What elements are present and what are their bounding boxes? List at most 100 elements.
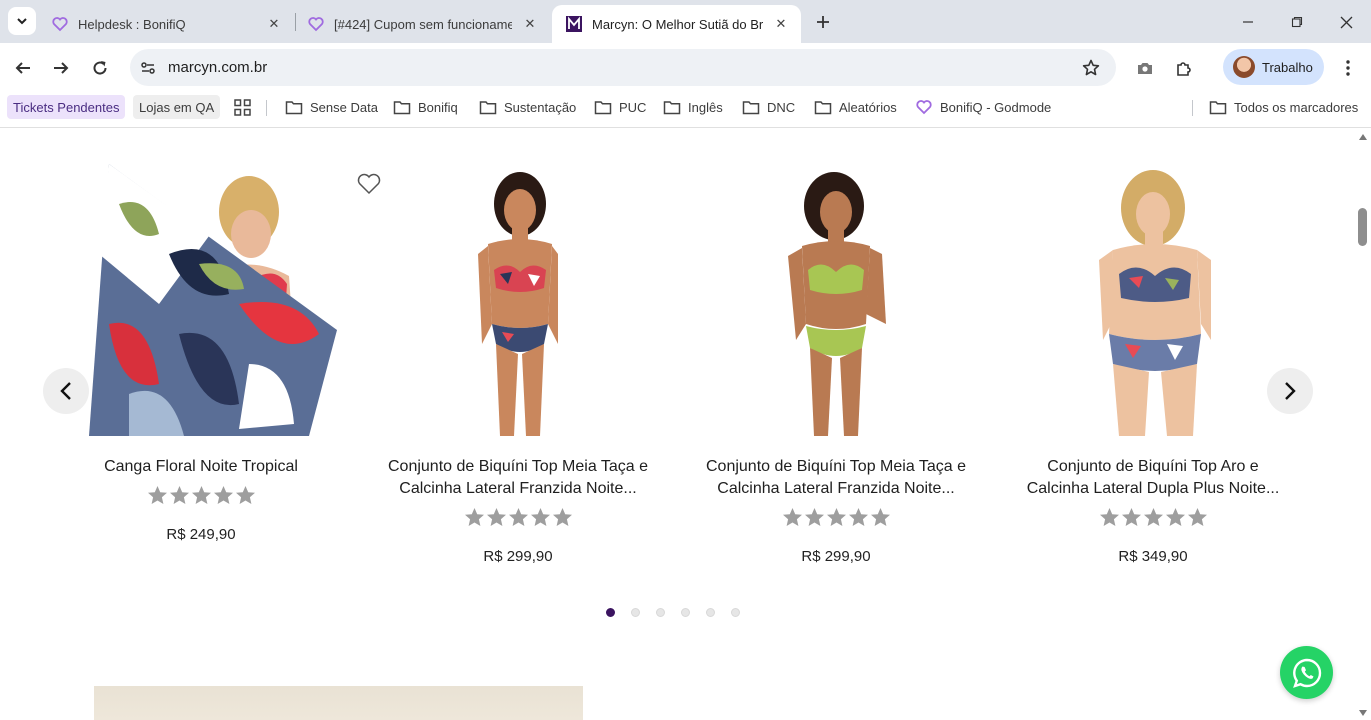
bookmark-folder-puc[interactable]: PUC — [594, 95, 646, 119]
bookmark-label: DNC — [767, 99, 796, 115]
camera-icon[interactable] — [1133, 56, 1157, 80]
apps-grid-button[interactable] — [234, 95, 251, 119]
wishlist-heart-icon[interactable] — [356, 172, 382, 196]
tab-title: [#424] Cupom sem funcionamento — [334, 16, 512, 32]
folder-icon — [1209, 99, 1227, 115]
close-icon[interactable]: ✕ — [520, 14, 540, 34]
rating-stars — [51, 485, 351, 506]
product-name-line: Calcinha Lateral Franzida Noite... — [399, 480, 637, 497]
carousel-dot[interactable] — [631, 608, 640, 617]
bookmark-label: Sense Data — [310, 99, 378, 115]
bookmarks-bar: Tickets Pendentes Lojas em QA Sense Data… — [0, 93, 1371, 123]
star-icon — [169, 486, 189, 504]
bookmark-bonifiq-godmode[interactable]: BonifiQ - Godmode — [915, 95, 1051, 119]
scroll-up-arrow[interactable] — [1359, 134, 1367, 140]
tab-marcyn[interactable]: Marcyn: O Melhor Sutiã do Brasil ✕ — [552, 5, 801, 43]
chevron-down-icon — [17, 18, 27, 25]
product-name-line: Calcinha Lateral Dupla Plus Noite... — [1026, 480, 1280, 497]
star-icon — [870, 508, 890, 526]
tab-title: Marcyn: O Melhor Sutiã do Brasil — [592, 16, 763, 32]
product-image[interactable] — [1089, 164, 1229, 436]
bookmark-folder-bonifiq[interactable]: Bonifiq — [393, 95, 458, 119]
star-icon — [804, 508, 824, 526]
carousel-next-button[interactable] — [1267, 368, 1313, 414]
carousel-dot[interactable] — [606, 608, 615, 617]
reload-icon — [93, 61, 107, 75]
address-bar[interactable]: marcyn.com.br — [130, 49, 1116, 86]
tab-cupom-ticket[interactable]: [#424] Cupom sem funcionamento ✕ — [294, 5, 550, 43]
profile-button[interactable]: Trabalho — [1223, 49, 1324, 85]
tab-search-button[interactable] — [8, 7, 36, 35]
bookmark-tickets-pendentes[interactable]: Tickets Pendentes — [7, 95, 126, 119]
kebab-menu-icon[interactable] — [1336, 56, 1360, 80]
star-icon — [826, 508, 846, 526]
bookmark-label: BonifiQ - Godmode — [940, 99, 1052, 115]
close-icon — [1340, 16, 1352, 28]
bookmark-folder-sustentacao[interactable]: Sustentação — [479, 95, 576, 119]
close-icon[interactable]: ✕ — [264, 14, 284, 34]
new-tab-button[interactable] — [812, 11, 834, 33]
whatsapp-chat-button[interactable] — [1280, 646, 1333, 699]
restore-button[interactable] — [1285, 10, 1309, 34]
bookmark-folder-ingles[interactable]: Inglês — [663, 95, 723, 119]
star-icon — [848, 508, 868, 526]
close-window-button[interactable] — [1334, 10, 1358, 34]
bookmark-label: Inglês — [688, 99, 723, 115]
product-name[interactable]: Conjunto de Biquíni Top Meia Taça e Calc… — [686, 456, 986, 500]
product-name-line: Conjunto de Biquíni Top Aro e — [1047, 458, 1259, 475]
minimize-icon — [1243, 21, 1253, 23]
star-icon — [508, 508, 528, 526]
close-icon[interactable]: ✕ — [771, 14, 791, 34]
all-bookmarks-button[interactable]: Todos os marcadores — [1209, 95, 1358, 119]
star-icon — [191, 486, 211, 504]
bookmark-folder-dnc[interactable]: DNC — [742, 95, 795, 119]
promo-banner-image[interactable] — [94, 686, 583, 720]
url-text[interactable]: marcyn.com.br — [168, 59, 267, 76]
carousel-dot[interactable] — [706, 608, 715, 617]
folder-icon — [663, 99, 681, 115]
product-image[interactable] — [89, 164, 337, 436]
folder-icon — [285, 99, 303, 115]
carousel-dot[interactable] — [731, 608, 740, 617]
apps-grid-icon — [234, 98, 251, 116]
folder-icon — [814, 99, 832, 115]
bonifiq-heart-icon — [52, 16, 68, 32]
carousel-dot[interactable] — [656, 608, 665, 617]
folder-icon — [393, 99, 411, 115]
bookmark-label: PUC — [619, 99, 647, 115]
product-name[interactable]: Conjunto de Biquíni Top Meia Taça e Calc… — [368, 456, 668, 500]
bookmark-folder-aleatorios[interactable]: Aleatórios — [814, 95, 897, 119]
tab-helpdesk[interactable]: Helpdesk : BonifiQ ✕ — [38, 5, 294, 43]
product-image[interactable] — [758, 164, 918, 436]
bookmark-label: Bonifiq — [418, 99, 458, 115]
bonifiq-heart-icon — [308, 16, 324, 32]
site-settings-icon[interactable] — [138, 58, 158, 78]
minimize-button[interactable] — [1236, 10, 1260, 34]
forward-button[interactable] — [48, 55, 74, 81]
extensions-puzzle-icon[interactable] — [1172, 56, 1196, 80]
bookmark-star-icon[interactable] — [1080, 57, 1102, 79]
page-viewport: Canga Floral Noite Tropical R$ 249,90 Co… — [0, 128, 1355, 720]
carousel-prev-button[interactable] — [43, 368, 89, 414]
bookmark-label: Sustentação — [504, 99, 577, 115]
scrollbar-thumb[interactable] — [1358, 208, 1367, 246]
product-name[interactable]: Canga Floral Noite Tropical — [51, 456, 351, 478]
bookmark-separator — [1192, 100, 1193, 116]
whatsapp-icon — [1292, 658, 1321, 688]
product-name[interactable]: Conjunto de Biquíni Top Aro e Calcinha L… — [1003, 456, 1303, 500]
scroll-down-arrow[interactable] — [1359, 710, 1367, 716]
carousel-dot[interactable] — [681, 608, 690, 617]
product-price: R$ 249,90 — [166, 526, 236, 543]
rating-stars — [1003, 507, 1303, 528]
product-image[interactable] — [448, 164, 588, 436]
star-icon — [213, 486, 233, 504]
star-icon — [486, 508, 506, 526]
product-name-line: Conjunto de Biquíni Top Meia Taça e — [705, 458, 967, 475]
back-button[interactable] — [10, 55, 36, 81]
star-icon — [1121, 508, 1141, 526]
bookmark-folder-sense-data[interactable]: Sense Data — [285, 95, 378, 119]
page-scrollbar[interactable] — [1355, 128, 1371, 720]
reload-button[interactable] — [87, 55, 113, 81]
star-icon — [1187, 508, 1207, 526]
bookmark-lojas-em-qa[interactable]: Lojas em QA — [133, 95, 221, 119]
